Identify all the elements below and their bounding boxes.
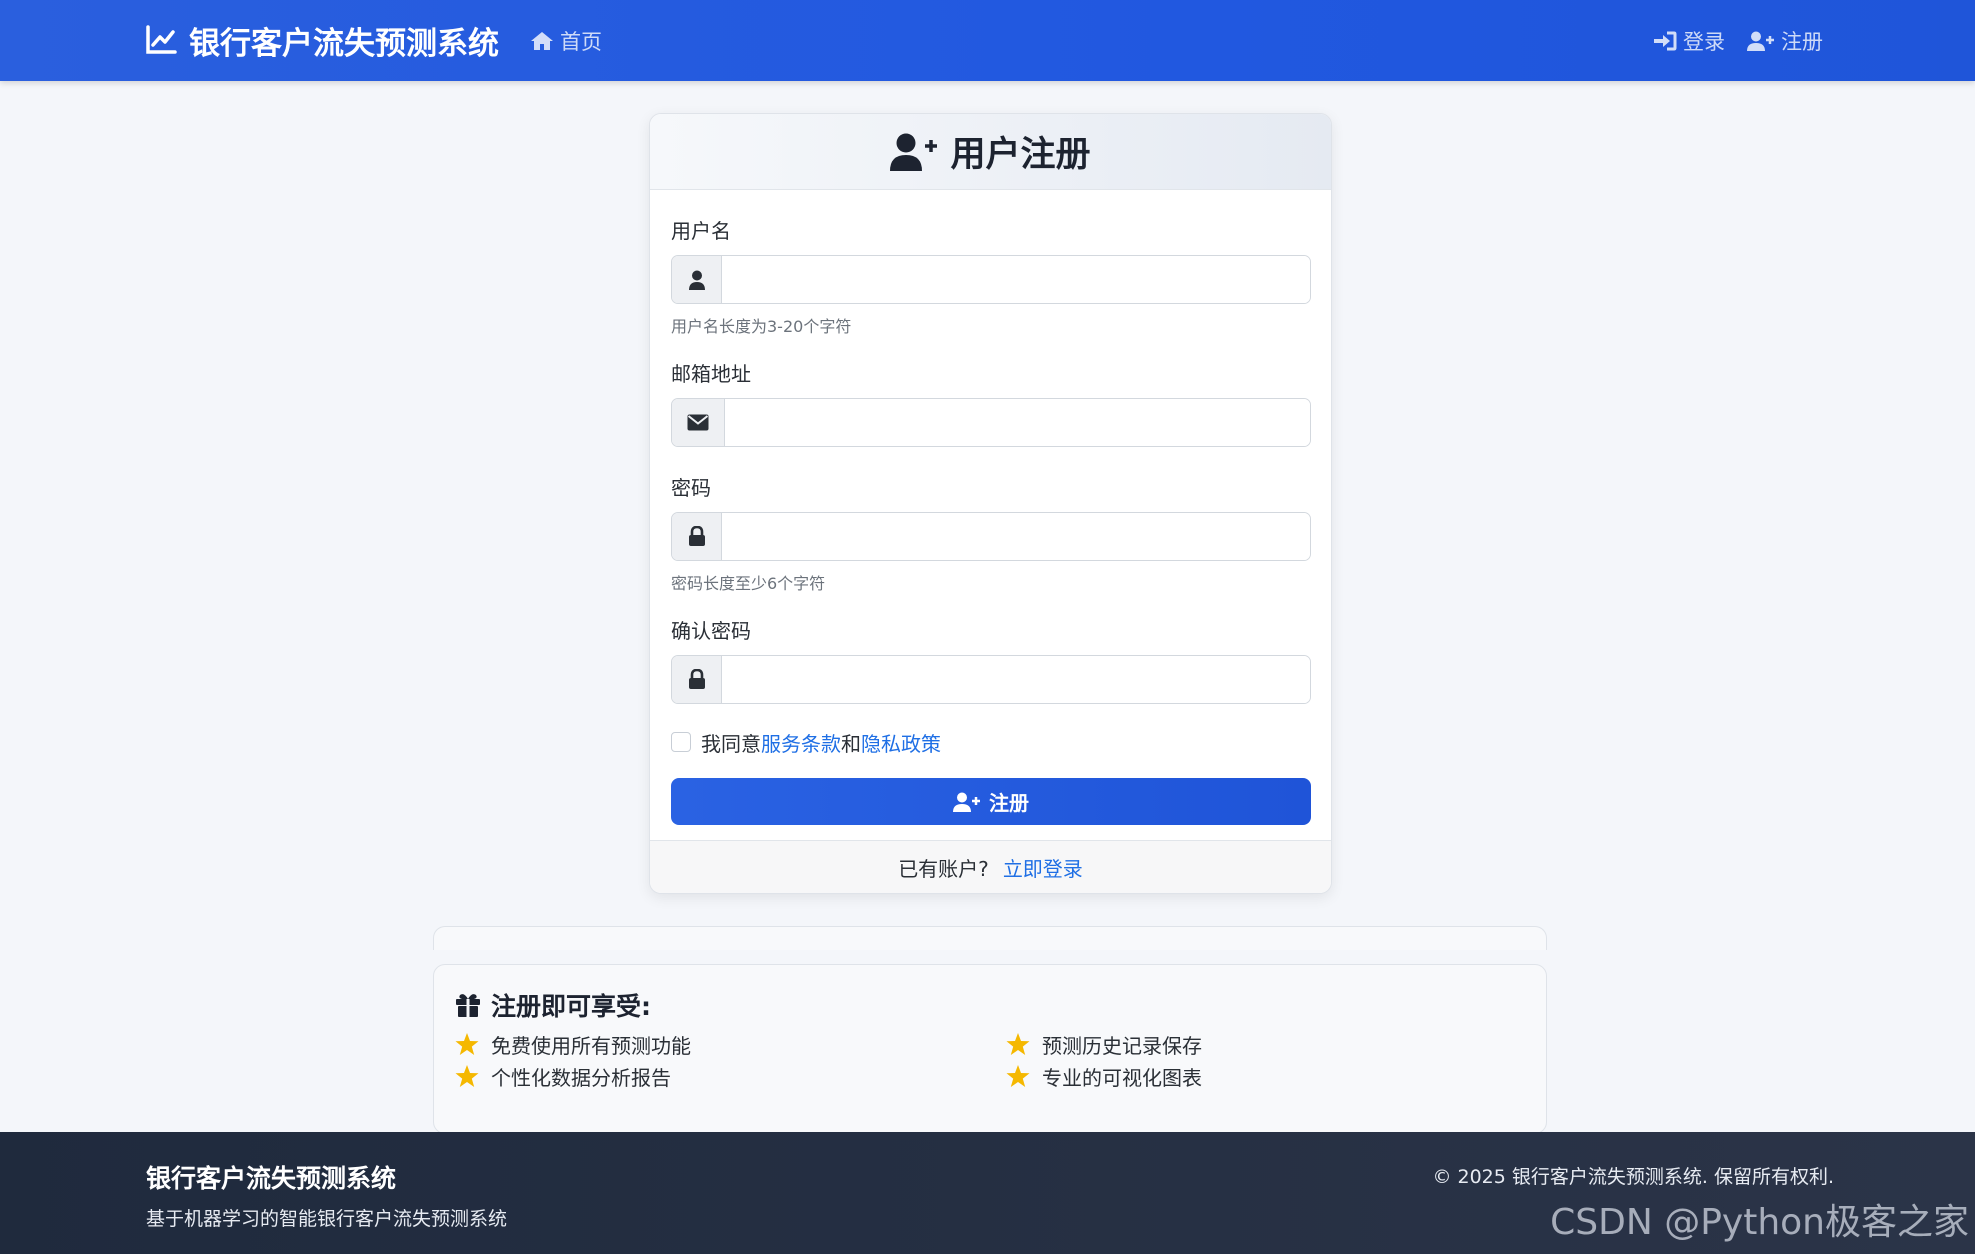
benefits-title-row: 注册即可享受: [455, 987, 651, 1023]
username-hint: 用户名长度为3-20个字符 [671, 317, 852, 336]
password-label: 密码 [671, 476, 711, 500]
star-icon [455, 1065, 479, 1087]
home-icon [531, 32, 553, 50]
nav-register-label: 注册 [1781, 30, 1823, 54]
star-icon [1006, 1065, 1030, 1087]
envelope-icon [687, 414, 709, 431]
watermark: CSDN @Python极客之家 [1550, 1202, 1969, 1243]
benefit-list: 免费使用所有预测功能 预测历史记录保存 个性化数据分析报告 专业的可视化图表 [455, 1031, 1545, 1090]
email-input-group [671, 398, 1311, 447]
card-title: 用户注册 [950, 135, 1091, 175]
email-label: 邮箱地址 [671, 362, 751, 386]
line-chart-icon [146, 25, 177, 54]
privacy-link[interactable]: 隐私政策 [861, 732, 941, 756]
lock-icon [688, 526, 705, 546]
benefit-item: 个性化数据分析报告 [455, 1063, 1006, 1090]
nav-login-label: 登录 [1683, 30, 1725, 54]
card-header: 用户注册 [650, 114, 1331, 190]
brand-link[interactable]: 银行客户流失预测系统 [145, 18, 499, 62]
benefit-item: 专业的可视化图表 [1006, 1063, 1506, 1090]
benefit-label: 专业的可视化图表 [1042, 1065, 1202, 1090]
footer-title: 银行客户流失预测系统 [146, 1164, 397, 1193]
confirm-password-addon [672, 656, 722, 703]
login-now-link[interactable]: 立即登录 [1003, 853, 1083, 882]
benefit-item: 预测历史记录保存 [1006, 1031, 1506, 1058]
user-plus-icon [890, 133, 938, 171]
footer-subtitle: 基于机器学习的智能银行客户流失预测系统 [146, 1208, 508, 1230]
terms-link[interactable]: 服务条款 [761, 732, 841, 756]
password-input-group [671, 512, 1311, 561]
nav-right-group: 登录 注册 [1653, 24, 1823, 58]
password-input[interactable] [722, 513, 1310, 560]
confirm-password-input-group [671, 655, 1311, 704]
confirm-password-input[interactable] [722, 656, 1310, 703]
register-form: 用户名 用户名长度为3-20个字符 邮箱地址 密码 密码长度至少6个字符 确认密… [650, 215, 1331, 825]
benefits-title: 注册即可享受: [491, 992, 651, 1021]
star-icon [1006, 1033, 1030, 1055]
footer-copyright: © 2025 银行客户流失预测系统. 保留所有权利. [1432, 1166, 1834, 1188]
nav-register-link[interactable]: 注册 [1747, 26, 1823, 56]
brand-title: 银行客户流失预测系统 [189, 25, 499, 62]
collapsed-panel [433, 926, 1547, 950]
benefit-label: 免费使用所有预测功能 [491, 1033, 691, 1058]
nav-home-link[interactable]: 首页 [530, 24, 602, 58]
register-submit-label: 注册 [989, 793, 1029, 815]
have-account-text: 已有账户? [898, 856, 989, 881]
agree-text: 我同意服务条款和隐私政策 [701, 728, 941, 757]
user-plus-icon [953, 792, 980, 812]
username-addon [672, 256, 722, 303]
username-input[interactable] [722, 256, 1310, 303]
register-card: 用户注册 用户名 用户名长度为3-20个字符 邮箱地址 密码 密码长度至少6个字… [649, 113, 1332, 894]
top-navbar: 银行客户流失预测系统 首页 登录 注册 [0, 0, 1975, 81]
password-hint: 密码长度至少6个字符 [671, 574, 826, 593]
benefit-item: 免费使用所有预测功能 [455, 1031, 1006, 1058]
agree-row: 我同意服务条款和隐私政策 [671, 728, 1310, 757]
lock-icon [688, 669, 705, 689]
confirm-password-label: 确认密码 [671, 619, 751, 643]
sign-in-icon [1654, 31, 1677, 51]
card-footer: 已有账户? 立即登录 [650, 840, 1331, 893]
user-icon [688, 270, 705, 290]
nav-login-link[interactable]: 登录 [1653, 26, 1725, 56]
password-addon [672, 513, 722, 560]
email-input[interactable] [725, 399, 1310, 446]
username-label: 用户名 [671, 219, 731, 243]
register-submit-button[interactable]: 注册 [671, 778, 1311, 825]
username-input-group [671, 255, 1311, 304]
star-icon [455, 1033, 479, 1055]
user-plus-icon [1747, 31, 1774, 51]
benefit-label: 个性化数据分析报告 [491, 1065, 671, 1090]
benefit-label: 预测历史记录保存 [1042, 1033, 1202, 1058]
email-addon [672, 399, 725, 446]
benefits-panel: 注册即可享受: 免费使用所有预测功能 预测历史记录保存 个性化数据分析报告 专业… [433, 964, 1547, 1134]
gift-icon [456, 994, 480, 1017]
agree-prefix: 我同意 [701, 731, 761, 756]
agree-and: 和 [841, 731, 861, 756]
nav-home-label: 首页 [560, 30, 602, 54]
agree-checkbox[interactable] [671, 732, 691, 752]
